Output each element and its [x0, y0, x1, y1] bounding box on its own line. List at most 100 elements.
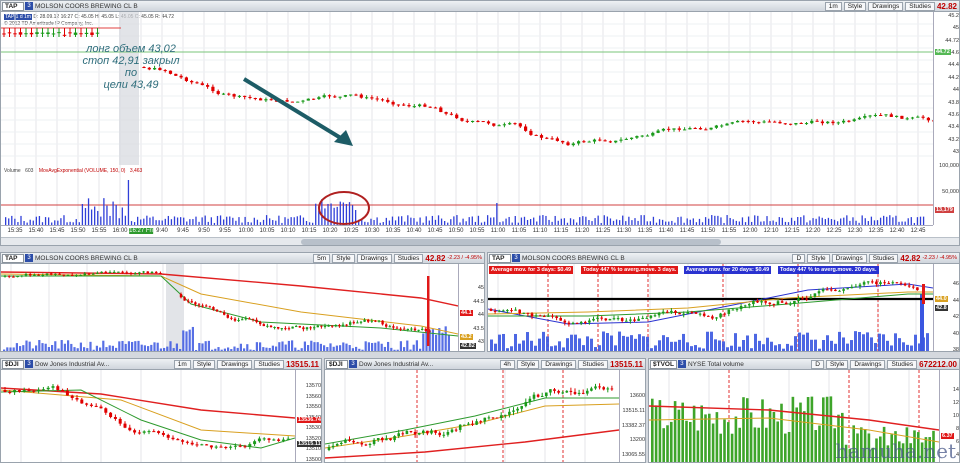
volume-bar — [207, 340, 210, 351]
candle — [368, 444, 372, 446]
volume-bar — [597, 215, 599, 225]
candle — [862, 282, 866, 285]
tab-style[interactable]: Style — [516, 359, 540, 369]
dji-1m-axis[interactable]: 1357013560135501354013530135201351013500… — [295, 370, 321, 462]
dji-1m-panel: $DJI 3 Dow Jones Industrial Av... 1m Sty… — [0, 358, 322, 463]
y-tick-label: 44.5 — [473, 298, 484, 305]
candle — [37, 274, 40, 276]
volume-bar — [477, 215, 480, 225]
candle — [68, 32, 72, 34]
volume-bar — [746, 335, 749, 351]
y-tick-label: 14 — [952, 387, 959, 393]
symbol-input[interactable]: $TVOL — [650, 359, 677, 369]
link-icon[interactable]: 3 — [25, 254, 33, 262]
link-icon[interactable]: 3 — [25, 360, 33, 368]
volume-bar — [821, 217, 823, 225]
volume-bar — [666, 337, 669, 351]
horizontal-scrollbar[interactable] — [1, 237, 959, 245]
volume-bar — [829, 396, 833, 462]
candle — [142, 431, 146, 433]
tap-daily-axis[interactable]: 46 44 42 40 38 44.0 42.8 — [933, 264, 959, 351]
tab-style[interactable]: Style — [843, 1, 867, 11]
link-icon[interactable]: 3 — [25, 2, 33, 10]
symbol-input[interactable]: TAP — [2, 253, 24, 263]
candle — [187, 300, 190, 302]
candle — [797, 298, 800, 302]
candle — [873, 115, 877, 117]
tab-studies[interactable]: Studies — [254, 359, 285, 369]
link-icon[interactable]: 3 — [677, 360, 686, 368]
symbol-input[interactable]: TAP — [489, 253, 511, 263]
dji-1m-plot[interactable] — [1, 370, 295, 463]
tab-studies[interactable]: Studies — [887, 359, 918, 369]
tab-drawings[interactable]: Drawings — [831, 253, 867, 263]
volume-bar — [640, 215, 642, 225]
tab-studies[interactable]: Studies — [393, 253, 424, 263]
volume-bar — [539, 215, 541, 225]
tab-drawings[interactable]: Drawings — [868, 1, 904, 11]
tab-drawings[interactable]: Drawings — [541, 359, 577, 369]
candle — [200, 444, 204, 446]
symbol-input[interactable]: TAP — [2, 1, 24, 11]
time-axis[interactable]: 15:35 15:40 15:45 15:50 15:55 16:00 16:27 Fri 9… — [1, 225, 933, 237]
volume-bar — [776, 421, 779, 462]
volume-bar — [422, 333, 425, 351]
volume-axis[interactable]: 100,000 50,000 13,179 — [933, 163, 959, 225]
dji-4h-axis[interactable]: 1360013515.1113382.371320013065.5512800 — [619, 370, 645, 462]
tap-5m-axis[interactable]: 4544.54443.54342.544.143.242.82 — [458, 264, 484, 351]
candle — [504, 414, 507, 416]
link-icon[interactable]: 3 — [512, 254, 520, 262]
tab-timeframe[interactable]: 1m — [824, 1, 842, 11]
volume-bar — [367, 342, 370, 351]
tab-timeframe[interactable]: 1m — [173, 359, 191, 369]
tab-style[interactable]: Style — [332, 253, 355, 263]
candle — [645, 317, 649, 319]
symbol-input[interactable]: $DJI — [326, 359, 348, 369]
tab-style[interactable]: Style — [807, 253, 830, 263]
volume-bar — [682, 333, 685, 351]
tab-timeframe[interactable]: D — [811, 359, 824, 369]
symbol-input[interactable]: $DJI — [2, 359, 24, 369]
tab-studies[interactable]: Studies — [905, 1, 935, 11]
dji-4h-plot[interactable] — [325, 370, 619, 463]
candle — [581, 392, 585, 394]
volume-bar — [846, 215, 848, 225]
candle — [672, 128, 676, 130]
candle — [194, 302, 197, 305]
tap-5m-plot[interactable] — [1, 264, 458, 352]
tab-timeframe[interactable]: 5m — [313, 253, 331, 263]
y-tick-label: 44 — [952, 297, 959, 304]
tab-drawings[interactable]: Drawings — [850, 359, 886, 369]
volume-plot[interactable] — [1, 165, 933, 225]
candle — [150, 271, 154, 274]
candle — [356, 322, 359, 324]
candle — [458, 424, 462, 430]
tab-drawings[interactable]: Drawings — [356, 253, 392, 263]
candle — [463, 424, 466, 426]
tab-timeframe[interactable]: D — [792, 253, 806, 263]
volume-bar — [711, 215, 713, 225]
tab-style[interactable]: Style — [192, 359, 216, 369]
candle — [316, 325, 319, 328]
link-icon[interactable]: 3 — [349, 360, 357, 368]
candle — [637, 318, 640, 321]
tab-style[interactable]: Style — [825, 359, 849, 369]
tab-drawings[interactable]: Drawings — [217, 359, 253, 369]
volume-bar — [598, 345, 601, 351]
scrollbar-thumb[interactable] — [301, 239, 721, 245]
volume-bar — [60, 340, 63, 351]
volume-bar — [437, 215, 440, 225]
candle — [96, 272, 99, 274]
tab-timeframe[interactable]: 4h — [499, 359, 515, 369]
tab-studies[interactable]: Studies — [868, 253, 899, 263]
y-tick-label: 8 — [955, 426, 959, 432]
tab-studies[interactable]: Studies — [578, 359, 609, 369]
volume-bar — [718, 340, 721, 351]
candle — [657, 312, 661, 316]
volume-bar — [31, 348, 34, 351]
volume-bar — [742, 339, 745, 351]
tap-daily-plot[interactable] — [488, 264, 933, 352]
candle — [690, 312, 694, 314]
price-axis[interactable]: 45.2 45 44.72 44.6 44.4 44.2 44 43.8 43.6 43.4 43.… — [933, 12, 959, 165]
candle — [455, 114, 459, 119]
